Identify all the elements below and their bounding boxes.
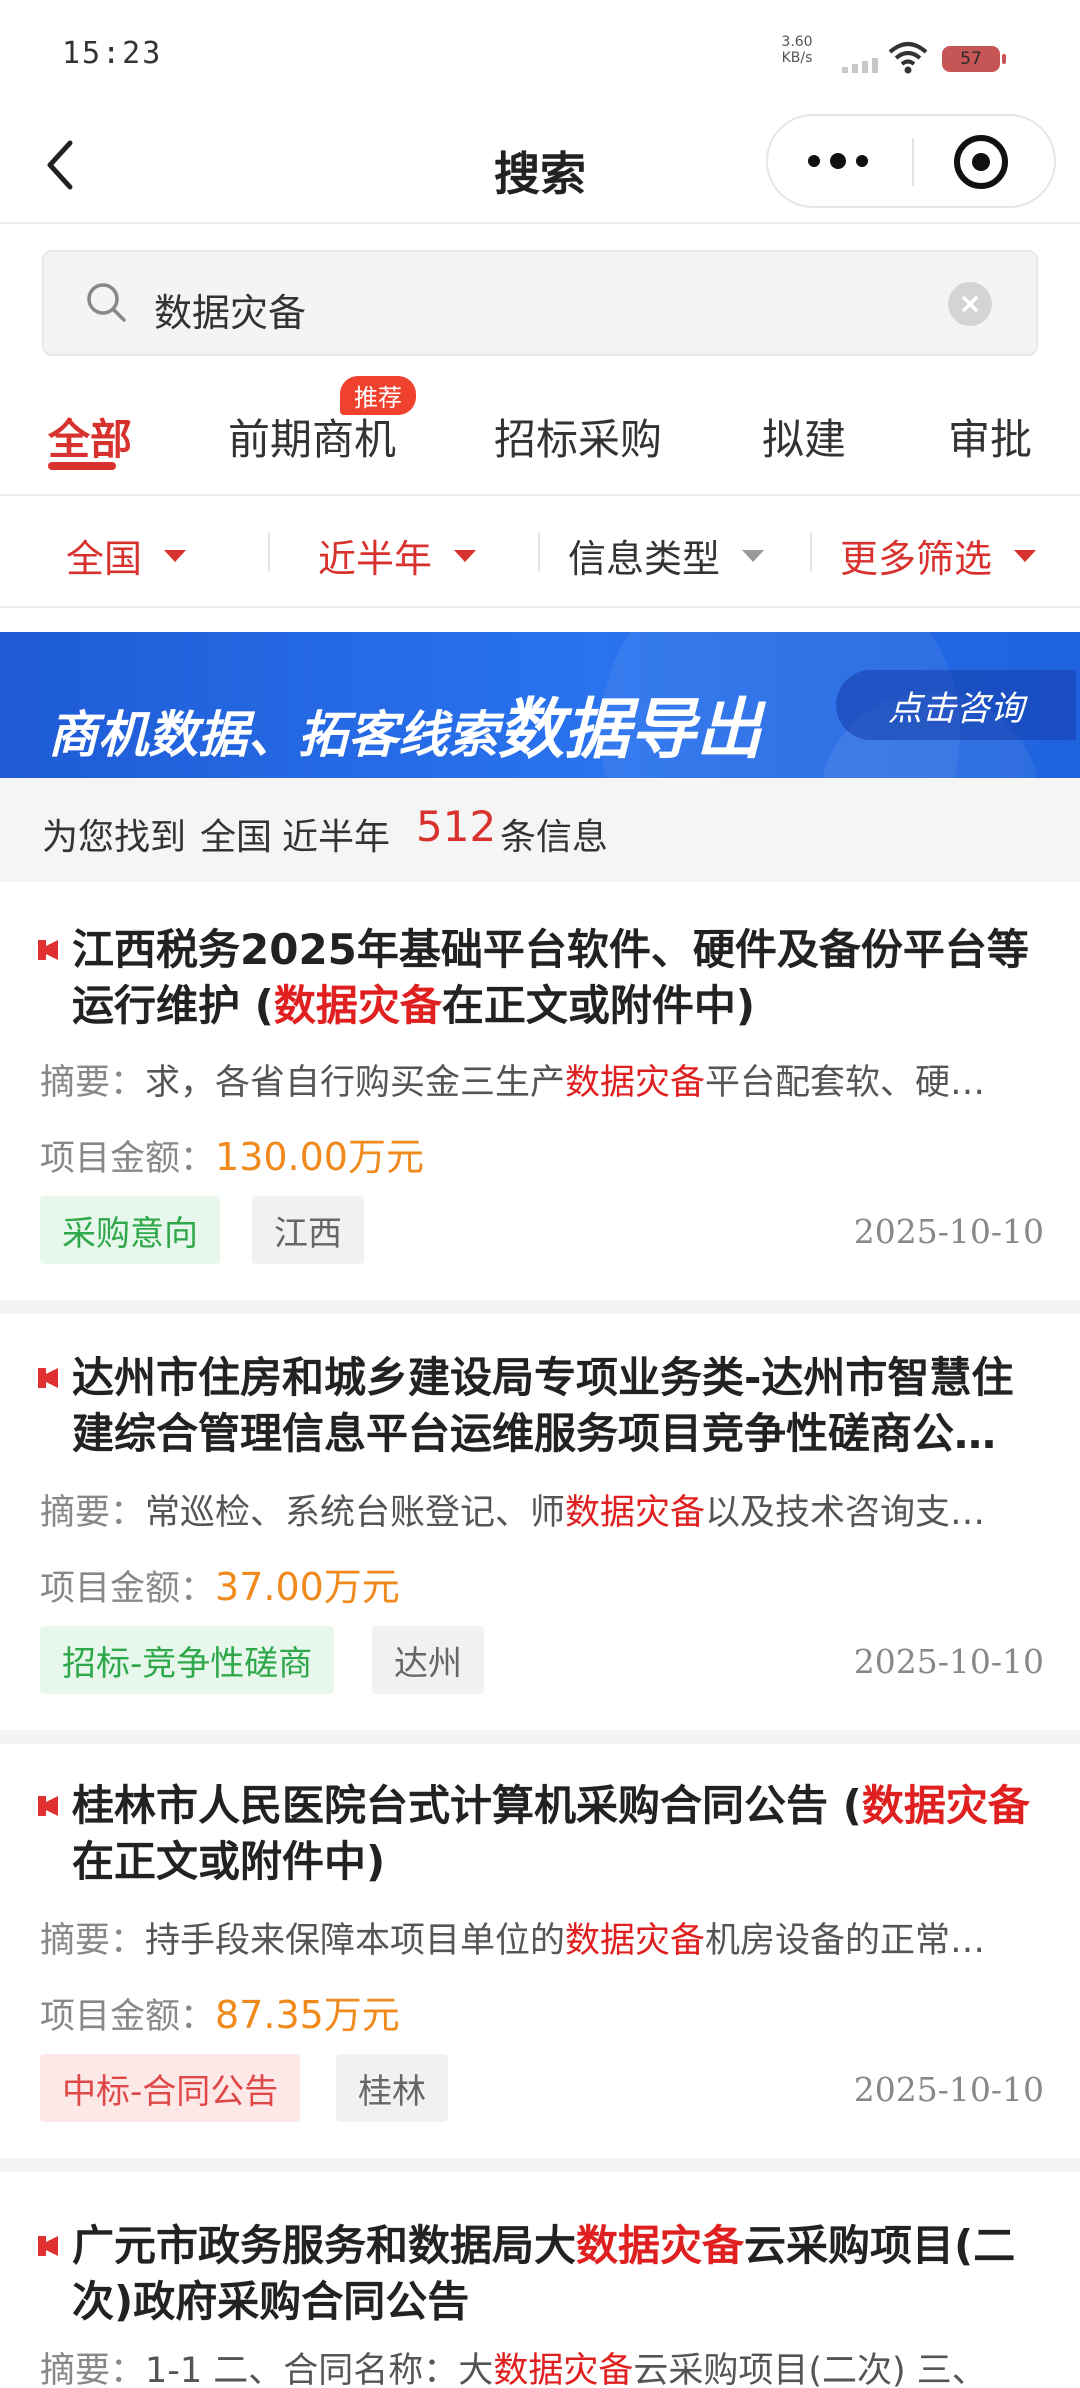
search-query: 数据灾备	[154, 291, 307, 335]
result-title: 桂林市人民医院台式计算机采购合同公告 (数据灾备在正文或附件中)	[72, 1781, 1030, 1886]
result-summary-text: 摘要：1-1 二、合同名称：大数据灾备云采购项目(二次) 三、	[40, 2342, 1040, 2388]
clear-search-button[interactable]	[948, 282, 992, 326]
network-speed-unit: KB/s	[781, 50, 813, 66]
status-bar: 15:23 3.60 KB/s 57	[0, 0, 1080, 110]
recommend-badge: 推荐	[340, 376, 416, 415]
result-amount: 项目金额：87.35万元	[40, 1993, 400, 2037]
highlight-keyword: 数据灾备	[273, 981, 442, 1030]
result-title: 广元市政务服务和数据局大数据灾备云采购项目(二次)政府采购合同公告	[72, 2221, 1016, 2326]
network-speed-value: 3.60	[781, 34, 813, 50]
search-input[interactable]: 数据灾备	[42, 250, 1038, 356]
result-title: 江西税务2025年基础平台软件、硬件及备份平台等运行维护 (数据灾备在正文或附件…	[72, 925, 1029, 1030]
tab-early-opportunity[interactable]: 前期商机	[228, 406, 396, 467]
filter-region-label: 全国	[66, 537, 143, 581]
caret-down-icon	[454, 549, 477, 562]
tab-proposed[interactable]: 拟建	[762, 406, 846, 467]
region-tag: 达州	[372, 1626, 484, 1694]
caret-down-icon	[742, 549, 765, 562]
caret-down-icon	[164, 549, 187, 562]
card-divider	[0, 2158, 1080, 2172]
tab-bidding-procurement[interactable]: 招标采购	[494, 406, 662, 467]
result-count: 512	[416, 802, 497, 851]
amount-value: 130.00万元	[215, 1135, 424, 1179]
filter-info-type-label: 信息类型	[568, 537, 721, 581]
result-date: 2025-10-10	[853, 1212, 1044, 1251]
wifi-icon	[888, 40, 928, 78]
result-card[interactable]: 江西税务2025年基础平台软件、硬件及备份平台等运行维护 (数据灾备在正文或附件…	[0, 882, 1080, 1300]
result-amount: 项目金额：130.00万元	[40, 1135, 424, 1179]
amount-value: 87.35万元	[215, 1993, 400, 2037]
filter-region[interactable]: 全国	[66, 528, 187, 583]
consult-button[interactable]: 点击咨询	[836, 670, 1076, 740]
battery-level: 57	[960, 49, 982, 69]
result-summary-text: 摘要：持手段来保障本项目单位的数据灾备机房设备的正常…	[40, 1921, 986, 1961]
filter-bar: 全国 近半年 信息类型 更多筛选	[0, 498, 1080, 608]
type-tag: 招标-竞争性磋商	[40, 1626, 335, 1694]
result-summary-text: 摘要：常巡检、系统台账登记、师数据灾备以及技术咨询支…	[40, 1493, 986, 1533]
highlight-keyword: 数据灾备	[565, 1063, 706, 1103]
highlight-keyword: 数据灾备	[861, 1781, 1030, 1830]
banner-headline: 商机数据、拓客线索数据导出	[48, 676, 762, 772]
flag-icon	[38, 1368, 58, 1388]
tab-approval[interactable]: 审批	[948, 406, 1032, 467]
filter-more[interactable]: 更多筛选	[840, 528, 1037, 583]
highlight-keyword: 数据灾备	[493, 2351, 634, 2388]
active-tab-indicator	[48, 462, 116, 470]
close-icon	[962, 296, 978, 312]
card-divider	[0, 1730, 1080, 1744]
filter-divider	[268, 532, 270, 572]
result-title: 达州市住房和城乡建设局专项业务类-达州市智慧住建综合管理信息平台运维服务项目竞争…	[72, 1353, 1014, 1458]
nav-bar: 搜索	[0, 110, 1080, 224]
highlight-keyword: 数据灾备	[576, 2221, 745, 2270]
filter-period-label: 近半年	[318, 537, 433, 581]
highlight-keyword: 数据灾备	[565, 1493, 706, 1533]
status-time: 15:23	[62, 36, 163, 71]
region-tag: 江西	[252, 1196, 364, 1264]
category-tabs: 全部 前期商机 推荐 招标采购 拟建 审批	[0, 370, 1080, 496]
promo-banner[interactable]: 商机数据、拓客线索数据导出 点击咨询	[0, 632, 1080, 778]
result-amount: 项目金额：37.00万元	[40, 1565, 400, 1609]
search-icon	[87, 283, 126, 322]
flag-icon	[38, 940, 58, 960]
result-date: 2025-10-10	[853, 2070, 1044, 2109]
filter-period[interactable]: 近半年	[318, 528, 477, 583]
filter-divider	[538, 532, 540, 572]
battery-icon: 57	[942, 46, 1006, 72]
banner-text-emphasis: 数据导出	[498, 691, 762, 768]
result-period: 近半年	[282, 817, 391, 858]
amount-value: 37.00万元	[215, 1565, 400, 1609]
result-suffix: 条信息	[500, 817, 609, 858]
card-divider	[0, 1300, 1080, 1314]
banner-text-main: 商机数据、拓客线索	[48, 706, 498, 764]
more-icon	[808, 155, 820, 167]
result-card[interactable]: 达州市住房和城乡建设局专项业务类-达州市智慧住建综合管理信息平台运维服务项目竞争…	[0, 1314, 1080, 1730]
result-summary: 为您找到 全国 近半年 512 条信息	[0, 778, 1080, 882]
result-prefix: 为您找到	[42, 817, 187, 858]
flag-icon	[38, 2236, 58, 2256]
caret-down-icon	[1014, 549, 1037, 562]
more-button[interactable]	[768, 116, 908, 206]
signal-icon	[842, 58, 878, 73]
capsule-divider	[912, 138, 914, 186]
type-tag: 中标-合同公告	[40, 2054, 301, 2122]
target-icon	[972, 153, 990, 171]
filter-info-type[interactable]: 信息类型	[568, 528, 765, 583]
result-region: 全国	[200, 817, 273, 858]
filter-more-label: 更多筛选	[840, 537, 993, 581]
result-card[interactable]: 广元市政务服务和数据局大数据灾备云采购项目(二次)政府采购合同公告 摘要：1-1…	[0, 2172, 1080, 2388]
highlight-keyword: 数据灾备	[565, 1921, 706, 1961]
result-date: 2025-10-10	[853, 1642, 1044, 1681]
tab-all[interactable]: 全部	[48, 406, 132, 467]
region-tag: 桂林	[336, 2054, 448, 2122]
network-speed: 3.60 KB/s	[774, 34, 820, 66]
result-card[interactable]: 桂林市人民医院台式计算机采购合同公告 (数据灾备在正文或附件中) 摘要：持手段来…	[0, 1744, 1080, 2158]
flag-icon	[38, 1796, 58, 1816]
close-miniapp-button[interactable]	[954, 135, 1008, 189]
miniapp-capsule	[766, 114, 1056, 208]
result-summary-text: 摘要：求，各省自行购买金三生产数据灾备平台配套软、硬…	[40, 1063, 986, 1103]
filter-divider	[810, 532, 812, 572]
type-tag: 采购意向	[40, 1196, 220, 1264]
